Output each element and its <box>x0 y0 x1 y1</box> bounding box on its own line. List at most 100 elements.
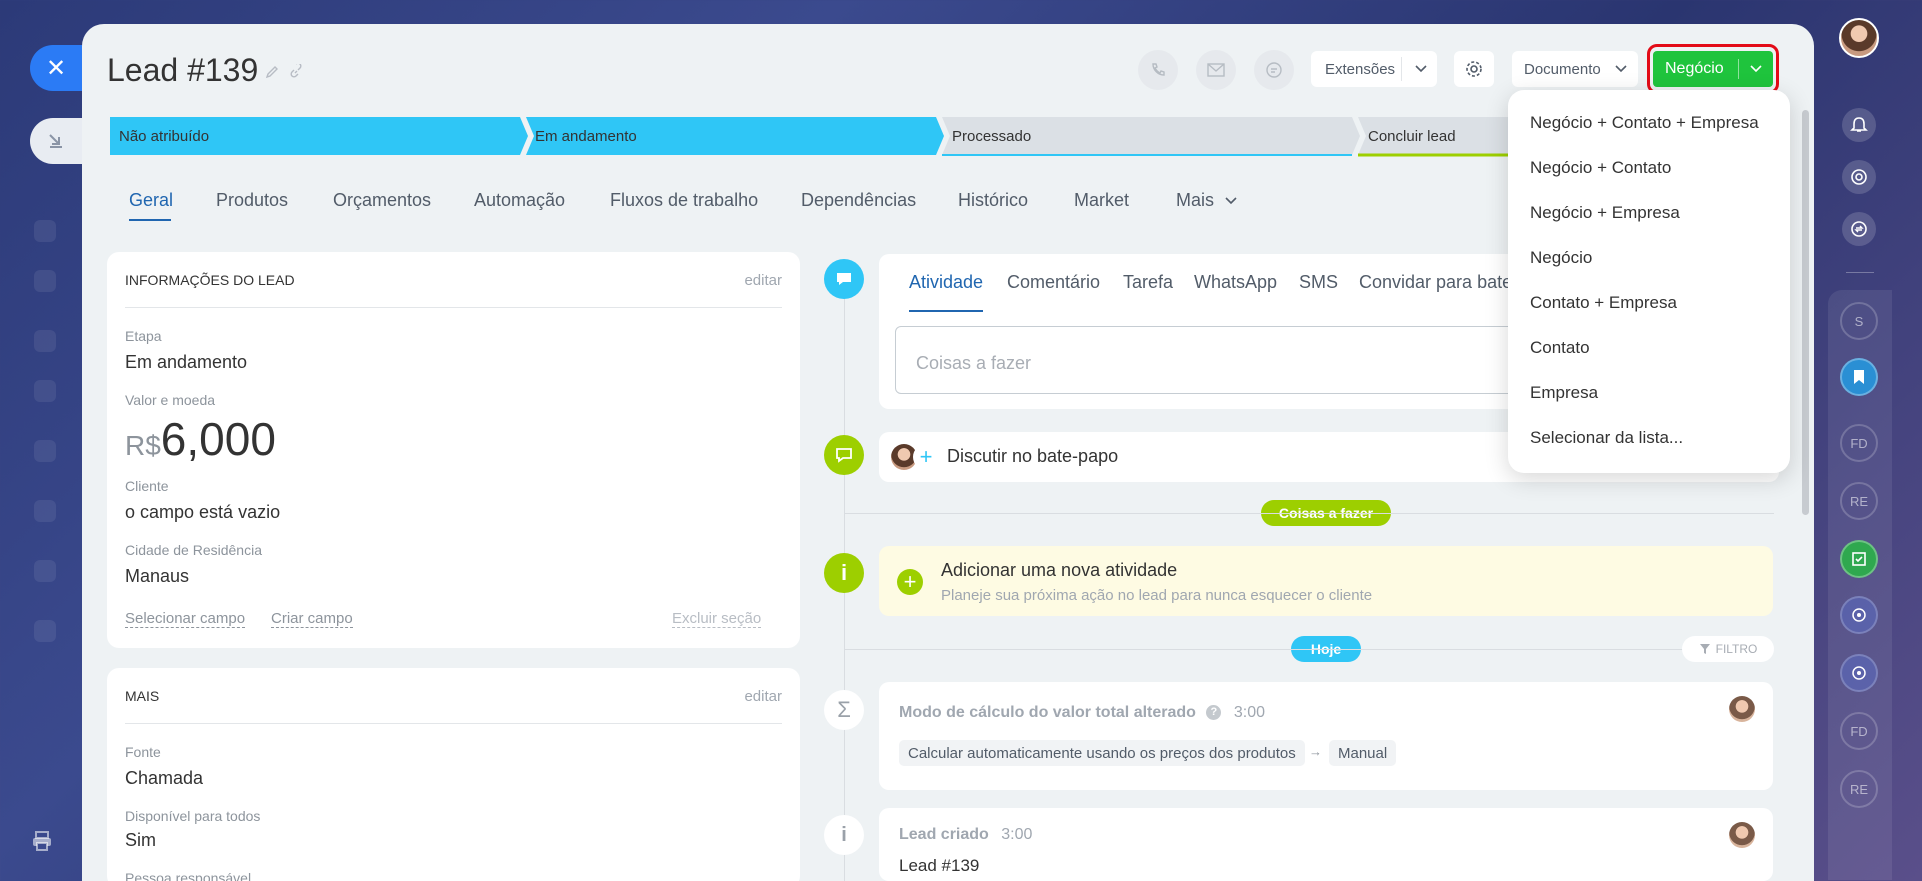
tab-produtos[interactable]: Produtos <box>216 190 288 211</box>
card-heading: MAIS <box>125 688 160 704</box>
author-avatar[interactable] <box>1729 696 1755 722</box>
target-icon[interactable] <box>1842 160 1876 194</box>
chat-avatar[interactable]: FD <box>1840 424 1878 462</box>
document-label: Documento <box>1524 60 1601 78</box>
author-avatar[interactable] <box>1729 822 1755 848</box>
tab-mais[interactable]: Mais <box>1176 190 1237 211</box>
settings-button[interactable] <box>1454 51 1494 87</box>
chat-avatar[interactable]: RE <box>1840 482 1878 520</box>
tab-whatsapp[interactable]: WhatsApp <box>1194 272 1277 293</box>
edit-link[interactable]: editar <box>744 272 782 289</box>
mail-icon <box>1207 63 1225 77</box>
old-value-chip: Calcular automaticamente usando os preço… <box>899 740 1305 766</box>
tab-orcamentos[interactable]: Orçamentos <box>333 190 431 211</box>
convert-button[interactable]: Negócio <box>1653 51 1773 87</box>
chat-avatar[interactable]: S <box>1840 302 1878 340</box>
email-button[interactable] <box>1196 50 1236 90</box>
tab-comentario[interactable]: Comentário <box>1007 272 1100 293</box>
menu-item-contato[interactable]: Contato <box>1530 338 1590 358</box>
event-time: 3:00 <box>1001 826 1033 843</box>
client-value[interactable]: o campo está vazio <box>125 502 280 523</box>
sync-icon[interactable] <box>1842 212 1876 246</box>
filter-icon <box>1699 644 1710 654</box>
edit-link[interactable]: editar <box>744 688 782 705</box>
add-activity-title: Adicionar uma nova atividade <box>941 560 1178 580</box>
tab-atividade[interactable]: Atividade <box>909 272 983 293</box>
chat-button[interactable] <box>1254 50 1294 90</box>
document-dropdown[interactable]: Documento <box>1512 51 1638 87</box>
city-value[interactable]: Manaus <box>125 566 189 587</box>
tab-geral[interactable]: Geral <box>129 190 173 211</box>
source-value[interactable]: Chamada <box>125 768 203 789</box>
tab-tarefa[interactable]: Tarefa <box>1123 272 1173 293</box>
stage-processado[interactable]: Processado <box>942 116 1031 156</box>
user-avatar[interactable] <box>1839 18 1879 58</box>
stage-nao-atribuido[interactable]: Não atribuído <box>109 116 209 156</box>
chat-node-icon <box>824 435 864 475</box>
bookmark-icon[interactable] <box>1840 358 1878 396</box>
phone-icon <box>1152 63 1165 76</box>
more-card: MAIS editar Fonte Chamada Disponível par… <box>107 668 800 881</box>
printer-icon[interactable] <box>30 829 54 853</box>
add-activity-subtitle: Planeje sua próxima ação no lead para nu… <box>941 587 1373 604</box>
card-heading: INFORMAÇÕES DO LEAD <box>125 272 295 288</box>
link-icon[interactable] <box>288 64 304 80</box>
menu-item-negocio[interactable]: Negócio <box>1530 248 1592 268</box>
amount-value[interactable]: R$6,000 <box>125 412 276 466</box>
available-value[interactable]: Sim <box>125 830 156 851</box>
background-menu-icon <box>34 220 56 242</box>
tab-fluxos-de-trabalho[interactable]: Fluxos de trabalho <box>610 190 758 211</box>
stage-label: Etapa <box>125 328 162 344</box>
tab-dependencias[interactable]: Dependências <box>801 190 916 211</box>
scrollbar[interactable] <box>1802 110 1809 515</box>
close-slider-button[interactable]: ✕ <box>30 45 82 91</box>
add-participant-icon[interactable]: + <box>913 444 939 470</box>
chevron-down-icon[interactable] <box>1750 64 1762 74</box>
tab-convidar-bate-papo[interactable]: Convidar para bate-papo <box>1359 272 1509 293</box>
pencil-icon[interactable] <box>264 64 280 80</box>
divider <box>1401 57 1402 81</box>
tab-automacao[interactable]: Automação <box>474 190 565 211</box>
tab-historico[interactable]: Histórico <box>958 190 1028 211</box>
tab-sms[interactable]: SMS <box>1299 272 1338 293</box>
tasks-icon[interactable] <box>1840 540 1878 578</box>
minimize-slider-button[interactable] <box>30 118 82 164</box>
chat-avatar[interactable]: FD <box>1840 712 1878 750</box>
discuss-label: Discutir no bate-papo <box>947 446 1119 466</box>
help-icon[interactable]: ? <box>1206 705 1222 721</box>
call-button[interactable] <box>1138 50 1178 90</box>
stage-value[interactable]: Em andamento <box>125 352 247 373</box>
menu-item-empresa[interactable]: Empresa <box>1530 383 1598 403</box>
extensions-dropdown[interactable]: Extensões <box>1311 51 1437 87</box>
event-title-text: Lead criado <box>899 826 989 843</box>
menu-item-negocio-empresa[interactable]: Negócio + Empresa <box>1530 203 1680 223</box>
filter-button[interactable]: FILTRO <box>1682 636 1774 662</box>
divider <box>845 649 1774 650</box>
create-field-link[interactable]: Criar campo <box>271 610 353 628</box>
responsible-label: Pessoa responsável <box>125 870 252 881</box>
select-field-link[interactable]: Selecionar campo <box>125 610 246 628</box>
channel-icon[interactable] <box>1840 654 1878 692</box>
stage-concluir-lead[interactable]: Concluir lead <box>1358 116 1456 156</box>
activity-node-icon <box>824 259 864 299</box>
tab-market[interactable]: Market <box>1074 190 1129 211</box>
city-label: Cidade de Residência <box>125 542 262 558</box>
available-label: Disponível para todos <box>125 808 261 824</box>
menu-item-selecionar-da-lista[interactable]: Selecionar da lista... <box>1530 428 1683 448</box>
info-node-icon: i <box>824 553 864 593</box>
menu-item-negocio-contato[interactable]: Negócio + Contato <box>1530 158 1671 178</box>
source-label: Fonte <box>125 744 161 760</box>
delete-section-link[interactable]: Excluir seção <box>672 610 762 628</box>
menu-item-contato-empresa[interactable]: Contato + Empresa <box>1530 293 1677 313</box>
chat-avatar[interactable]: RE <box>1840 770 1878 808</box>
menu-item-negocio-contato-empresa[interactable]: Negócio + Contato + Empresa <box>1530 113 1759 133</box>
active-tab-underline <box>129 219 171 221</box>
tab-mais-label: Mais <box>1176 190 1215 210</box>
channel-icon[interactable] <box>1840 596 1878 634</box>
sigma-node-icon: Σ <box>824 690 864 730</box>
add-activity-card[interactable]: + Adicionar uma nova atividade Planeje s… <box>879 546 1773 616</box>
stage-em-andamento[interactable]: Em andamento <box>525 116 637 156</box>
new-value-chip: Manual <box>1329 740 1397 766</box>
notifications-bell-icon[interactable] <box>1842 108 1876 142</box>
sidebar-separator <box>1846 272 1874 273</box>
